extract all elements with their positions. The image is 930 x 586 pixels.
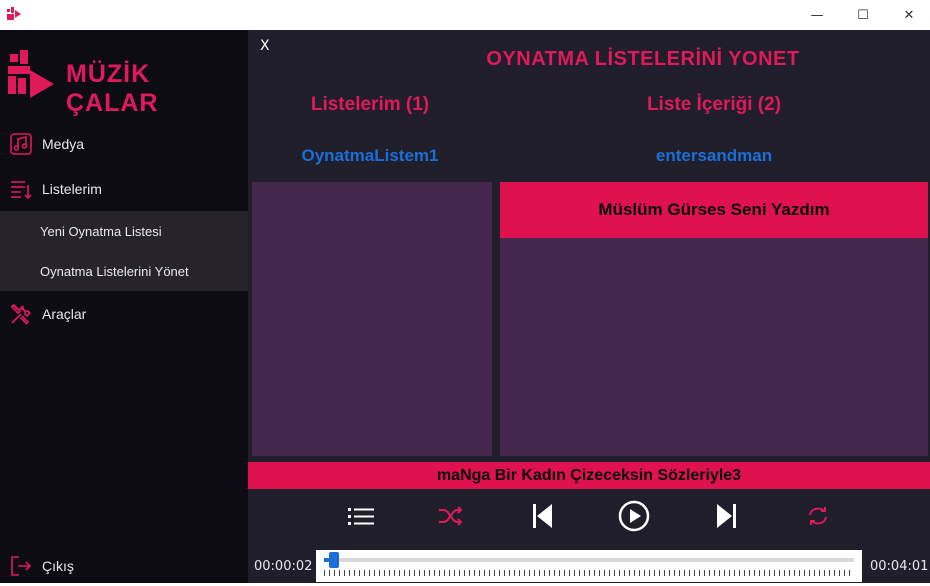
music-player-logo-icon <box>8 50 54 98</box>
sidebar: MÜZİK ÇALAR Medya Listelerim Yeni Oynatm… <box>0 30 248 583</box>
brand-logo: MÜZİK ÇALAR <box>6 48 242 117</box>
shuffle-icon <box>439 506 463 526</box>
logo-text: MÜZİK ÇALAR <box>66 60 159 117</box>
sidebar-subitem-new-playlist[interactable]: Yeni Oynatma Listesi <box>0 211 248 251</box>
tools-icon <box>8 301 34 327</box>
exit-icon <box>8 553 34 579</box>
seek-slider[interactable] <box>316 550 862 582</box>
sidebar-subitem-manage-playlists[interactable]: Oynatma Listelerini Yönet <box>0 251 248 291</box>
play-button[interactable] <box>617 499 651 533</box>
sidebar-item-label: Çıkış <box>42 558 74 574</box>
music-note-icon <box>8 131 34 157</box>
seek-track <box>324 558 854 562</box>
sidebar-item-cikis[interactable]: Çıkış <box>0 546 248 586</box>
seek-thumb[interactable] <box>329 552 339 568</box>
sidebar-item-label: Listelerim <box>42 181 102 197</box>
sidebar-item-medya[interactable]: Medya <box>0 124 248 164</box>
play-icon <box>618 500 650 532</box>
sidebar-item-listelerim[interactable]: Listelerim <box>0 169 248 209</box>
elapsed-time: 00:00:02 <box>254 559 313 574</box>
title-bar: — ☐ ✕ <box>0 0 930 30</box>
list-content-heading: Liste İçeriği (2) <box>646 94 782 115</box>
playlist-toggle-button[interactable] <box>344 499 378 533</box>
repeat-button[interactable] <box>801 499 835 533</box>
manage-playlists-panel: X OYNATMA LİSTELERİNİ YONET Listelerim (… <box>248 30 930 583</box>
list-icon <box>348 508 374 525</box>
close-panel-button[interactable]: X <box>260 38 270 54</box>
total-duration: 00:04:01 <box>870 559 929 574</box>
selected-playlist-label: OynatmaListem1 <box>301 146 439 165</box>
minimize-button[interactable]: — <box>794 0 840 30</box>
seek-ticks <box>324 570 854 576</box>
page-title: OYNATMA LİSTELERİNİ YONET <box>486 48 800 70</box>
next-button[interactable] <box>709 499 743 533</box>
next-icon <box>717 504 736 528</box>
playlist-icon <box>8 176 34 202</box>
previous-button[interactable] <box>526 499 560 533</box>
now-playing-bar: maNga Bir Kadın Çizeceksin Sözleriyle3 <box>248 462 930 489</box>
sidebar-item-araclar[interactable]: Araçlar <box>0 294 248 334</box>
list-item[interactable]: Müslüm Gürses Seni Yazdım <box>500 182 928 238</box>
repeat-icon <box>809 507 827 525</box>
previous-icon <box>533 504 552 528</box>
close-window-button[interactable]: ✕ <box>886 0 930 30</box>
sidebar-item-label: Medya <box>42 136 85 152</box>
sidebar-item-label: Araçlar <box>42 306 87 322</box>
player-controls <box>248 489 930 549</box>
shuffle-button[interactable] <box>434 499 468 533</box>
app-logo-icon <box>7 7 21 20</box>
my-lists-heading: Listelerim (1) <box>310 94 430 115</box>
selected-content-label: entersandman <box>655 146 773 165</box>
playlists-list[interactable] <box>252 182 492 456</box>
maximize-button[interactable]: ☐ <box>840 0 886 30</box>
